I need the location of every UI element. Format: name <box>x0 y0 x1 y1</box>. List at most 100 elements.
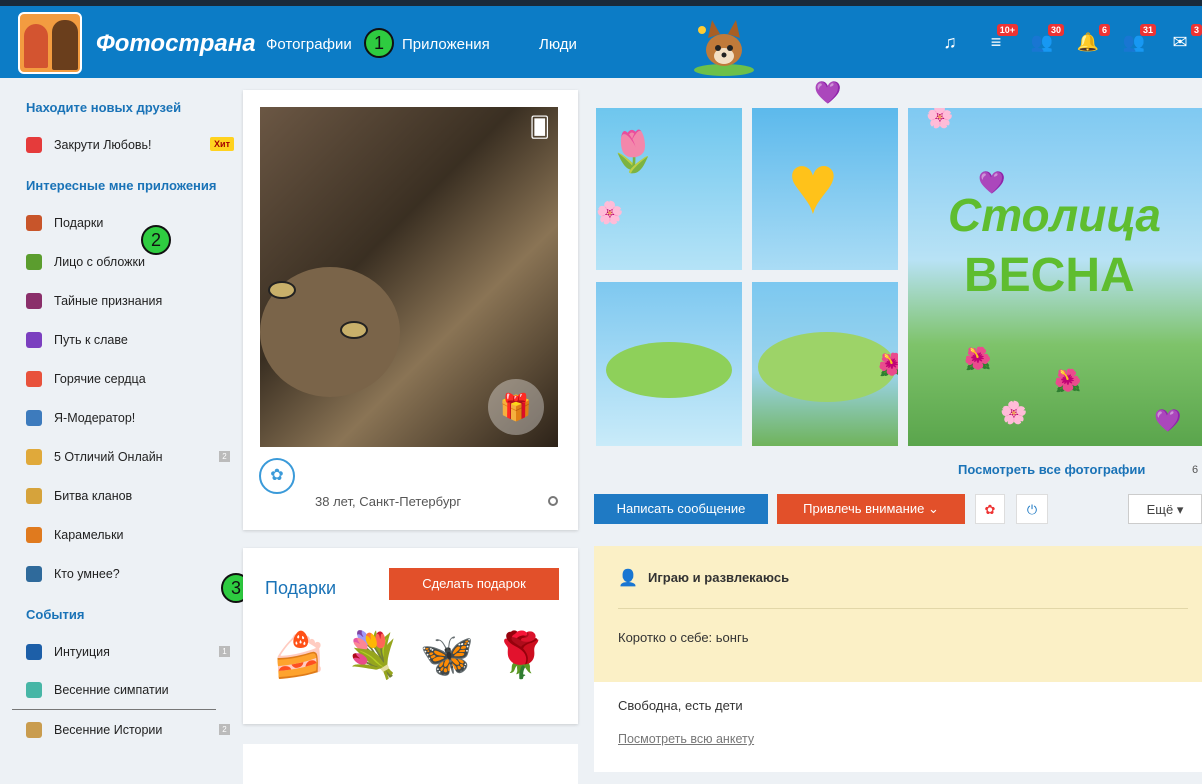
online-status-icon <box>548 496 558 506</box>
sidebar-item-label: Битва кланов <box>54 488 133 503</box>
write-message-button[interactable]: Написать сообщение <box>594 494 768 524</box>
photo-collage[interactable]: 🌷 🌸 ♥ 🌺 Столица ВЕСНА 🌸 💜 🌺 🌺 🌸 💜 💜 <box>594 80 1202 448</box>
hit-badge: Хит <box>210 137 234 151</box>
status-block: 👤 Играю и развлекаюсь Коротко о себе: ьо… <box>594 546 1202 682</box>
sidebar-item-label: Закрути Любовь! <box>54 137 152 152</box>
sidebar-item-label: Подарки <box>54 215 104 230</box>
sidebar-item[interactable]: 5 Отличий Онлайн 2 <box>12 437 238 476</box>
profile-card: 🂠 🎁 ✿ 38 лет, Санкт-Петербург <box>243 90 578 530</box>
collage-tile-heart-balloon[interactable]: ♥ <box>752 108 898 270</box>
power-icon[interactable]: ⏻ <box>1016 494 1048 524</box>
annotation-marker-1: 1 <box>364 28 394 58</box>
flower-gift-icon[interactable]: ✿ <box>975 494 1005 524</box>
sidebar-item-label: Тайные признания <box>54 293 163 308</box>
sidebar-item-label: Карамельки <box>54 527 124 542</box>
icon-glyph: ✉ <box>1172 32 1188 52</box>
gift-item[interactable]: 🦋 <box>417 622 477 690</box>
person-icon: 👤 <box>618 570 638 587</box>
cards-icon[interactable]: 🂠 <box>530 115 550 140</box>
marital-status: Свободна, есть дети <box>618 698 743 713</box>
sidebar-item-label: Горячие сердца <box>54 371 146 386</box>
gift-item[interactable]: 🌹 <box>491 622 551 690</box>
sidebar-item[interactable]: Битва кланов <box>12 476 238 515</box>
app-icon <box>26 331 42 348</box>
app-icon <box>26 448 42 465</box>
collage-tile-island[interactable] <box>596 282 742 446</box>
gifts-title[interactable]: Подарки <box>265 578 336 599</box>
sidebar-item-label: Кто умнее? <box>54 566 120 581</box>
sidebar-item[interactable]: Горячие сердца <box>12 359 238 398</box>
feed-icon[interactable]: ≡ 10+ <box>982 24 1018 56</box>
photos-count: 6 <box>1192 464 1199 476</box>
collage-tile-carousel[interactable]: 🌺 <box>752 282 898 446</box>
more-dropdown[interactable]: Ещё ▾ <box>1128 494 1202 524</box>
count-badge: 1 <box>219 646 230 657</box>
avatar-icon[interactable]: ✿ <box>259 458 295 494</box>
sidebar-item[interactable]: Интуиция 1 <box>12 632 238 671</box>
spring-title-bottom: ВЕСНА <box>964 249 1135 302</box>
app-icon <box>26 136 42 153</box>
see-all-photos-link[interactable]: Посмотреть все фотографии <box>958 462 1145 477</box>
gift-item[interactable]: 💐 <box>343 622 403 690</box>
status-text: Играю и развлекаюсь <box>648 570 790 585</box>
icon-glyph: ♫ <box>943 32 957 52</box>
app-icon <box>26 643 42 660</box>
collage-tile-flowers[interactable]: 🌷 🌸 <box>596 108 742 270</box>
divider <box>618 608 1188 609</box>
sidebar-item[interactable]: Весенние Истории 2 <box>12 710 238 749</box>
sidebar-item[interactable]: Закрути Любовь! Хит <box>12 125 238 164</box>
sidebar-item[interactable]: Карамельки <box>12 515 238 554</box>
app-icon <box>26 526 42 543</box>
friends-icon[interactable]: 👥 31 <box>1120 24 1156 56</box>
sidebar-item[interactable]: Подарки <box>12 203 238 242</box>
app-icon <box>26 214 42 231</box>
make-gift-button[interactable]: Сделать подарок <box>389 568 559 600</box>
guests-icon[interactable]: 👥 30 <box>1028 24 1064 56</box>
info-block: Свободна, есть дети Посмотреть всю анкет… <box>594 682 1202 772</box>
dog-mascot-icon[interactable] <box>688 16 760 78</box>
messages-icon[interactable]: ✉ 3 <box>1166 24 1202 56</box>
sidebar-item[interactable]: Тайные признания <box>12 281 238 320</box>
next-card <box>243 744 578 784</box>
gift-icon[interactable]: 🎁 <box>488 379 544 435</box>
app-icon <box>26 253 42 270</box>
count-badge: 2 <box>219 724 230 735</box>
notifications-icon[interactable]: 🔔 6 <box>1074 24 1110 56</box>
sidebar-item-label: Интуиция <box>54 644 110 659</box>
sidebar-item[interactable]: Лицо с обложки <box>12 242 238 281</box>
nav-apps[interactable]: Приложения <box>402 36 490 53</box>
logo-icon[interactable] <box>18 12 82 74</box>
nav-people[interactable]: Люди <box>539 36 577 53</box>
nav-photos[interactable]: Фотографии <box>266 36 352 53</box>
notification-badge: 3 <box>1190 24 1202 36</box>
app-icon <box>26 721 42 738</box>
app-icon <box>26 487 42 504</box>
sidebar-item[interactable]: Весенние симпатии <box>12 671 216 710</box>
icon-glyph: 🔔 <box>1076 32 1100 52</box>
sidebar-item[interactable]: Путь к славе <box>12 320 238 359</box>
flower-icon: 💜 <box>814 80 842 105</box>
sidebar-item-label: 5 Отличий Онлайн <box>54 449 163 464</box>
full-profile-link[interactable]: Посмотреть всю анкету <box>618 732 754 746</box>
app-icon <box>26 370 42 387</box>
music-icon[interactable]: ♫ <box>936 32 964 56</box>
sidebar-item[interactable]: Кто умнее? <box>12 554 238 593</box>
section-title-my-apps[interactable]: Интересные мне приложения <box>26 178 238 193</box>
attract-attention-button[interactable]: Привлечь внимание ⌄ <box>777 494 965 524</box>
sidebar-item-label: Путь к славе <box>54 332 128 347</box>
app-icon <box>26 292 42 309</box>
notification-badge: 31 <box>1139 24 1156 36</box>
collage-tile-spring[interactable]: Столица ВЕСНА 🌸 💜 🌺 🌺 🌸 💜 <box>908 108 1202 446</box>
gift-item[interactable]: 🍰 <box>269 622 329 690</box>
app-icon <box>26 565 42 582</box>
notification-badge: 6 <box>1098 24 1110 36</box>
sidebar-item[interactable]: Я-Модератор! <box>12 398 238 437</box>
logo-text[interactable]: Фотострана <box>96 30 256 58</box>
count-badge: 2 <box>219 451 230 462</box>
profile-photo[interactable]: 🂠 🎁 <box>260 107 558 447</box>
sidebar-item-label: Лицо с обложки <box>54 254 145 269</box>
about-text: Коротко о себе: ьонгь <box>618 630 749 645</box>
section-title-new-friends[interactable]: Находите новых друзей <box>26 100 238 115</box>
section-title-events[interactable]: События <box>26 607 238 622</box>
notification-badge: 30 <box>1047 24 1064 36</box>
